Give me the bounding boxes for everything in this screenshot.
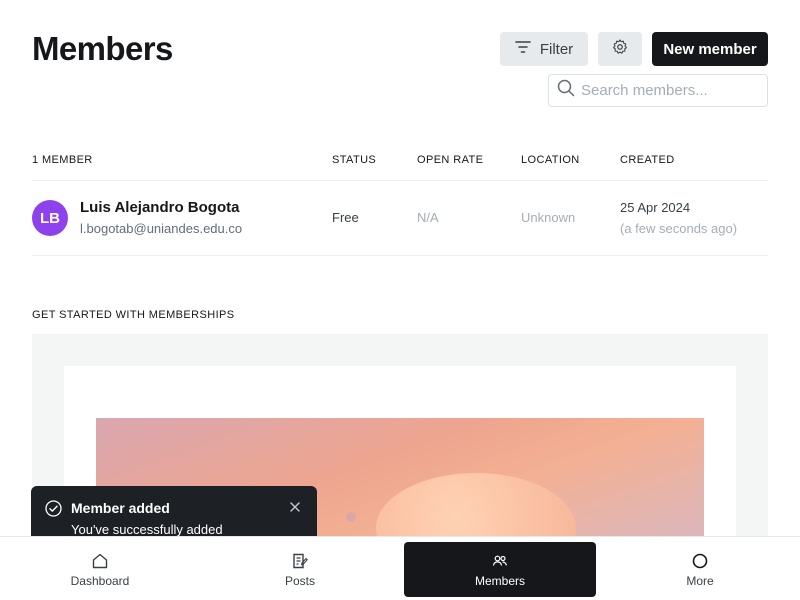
column-header-location[interactable]: LOCATION [521, 154, 580, 166]
member-open-rate: N/A [417, 210, 439, 225]
search-input[interactable] [581, 82, 761, 99]
column-header-open-rate[interactable]: OPEN RATE [417, 154, 483, 166]
tab-members[interactable]: Members [404, 542, 596, 597]
new-member-button[interactable]: New member [652, 32, 768, 66]
search-icon [557, 79, 575, 102]
column-header-status[interactable]: STATUS [332, 154, 376, 166]
tab-dashboard[interactable]: Dashboard [4, 542, 196, 597]
filter-icon [515, 40, 531, 58]
memberships-section-label: GET STARTED WITH MEMBERSHIPS [32, 309, 235, 321]
page-title: Members [32, 30, 173, 67]
avatar: LB [32, 200, 68, 236]
column-header-created[interactable]: CREATED [620, 154, 675, 166]
tab-label: More [686, 573, 714, 588]
tab-label: Dashboard [70, 573, 130, 588]
divider [32, 255, 768, 256]
tab-posts[interactable]: Posts [204, 542, 396, 597]
bottom-tab-bar: Dashboard Posts Members More [0, 536, 800, 600]
tab-label: Members [474, 573, 525, 588]
tab-label: Posts [284, 573, 315, 588]
member-status: Free [332, 210, 359, 225]
illustration-dot [346, 512, 356, 522]
member-name: Luis Alejandro Bogota [80, 199, 240, 216]
toast-message: You've successfully added [71, 522, 223, 537]
search-box[interactable] [548, 74, 768, 107]
settings-button[interactable] [598, 32, 642, 66]
member-created-relative: (a few seconds ago) [620, 221, 738, 236]
divider [32, 180, 768, 181]
member-created-date: 25 Apr 2024 [620, 200, 691, 215]
toast-title: Member added [71, 500, 170, 516]
more-icon [691, 552, 709, 570]
member-location: Unknown [521, 210, 576, 225]
check-circle-icon [45, 500, 62, 522]
gear-icon [611, 38, 629, 61]
column-header-members: 1 MEMBER [32, 154, 93, 166]
members-icon [491, 552, 509, 570]
filter-button-label: Filter [539, 40, 574, 58]
tab-more[interactable]: More [604, 542, 796, 597]
posts-icon [291, 552, 309, 570]
home-icon [91, 552, 109, 570]
member-email: l.bogotab@uniandes.edu.co [80, 221, 243, 236]
close-icon[interactable] [288, 500, 302, 519]
filter-button[interactable]: Filter [500, 32, 588, 66]
